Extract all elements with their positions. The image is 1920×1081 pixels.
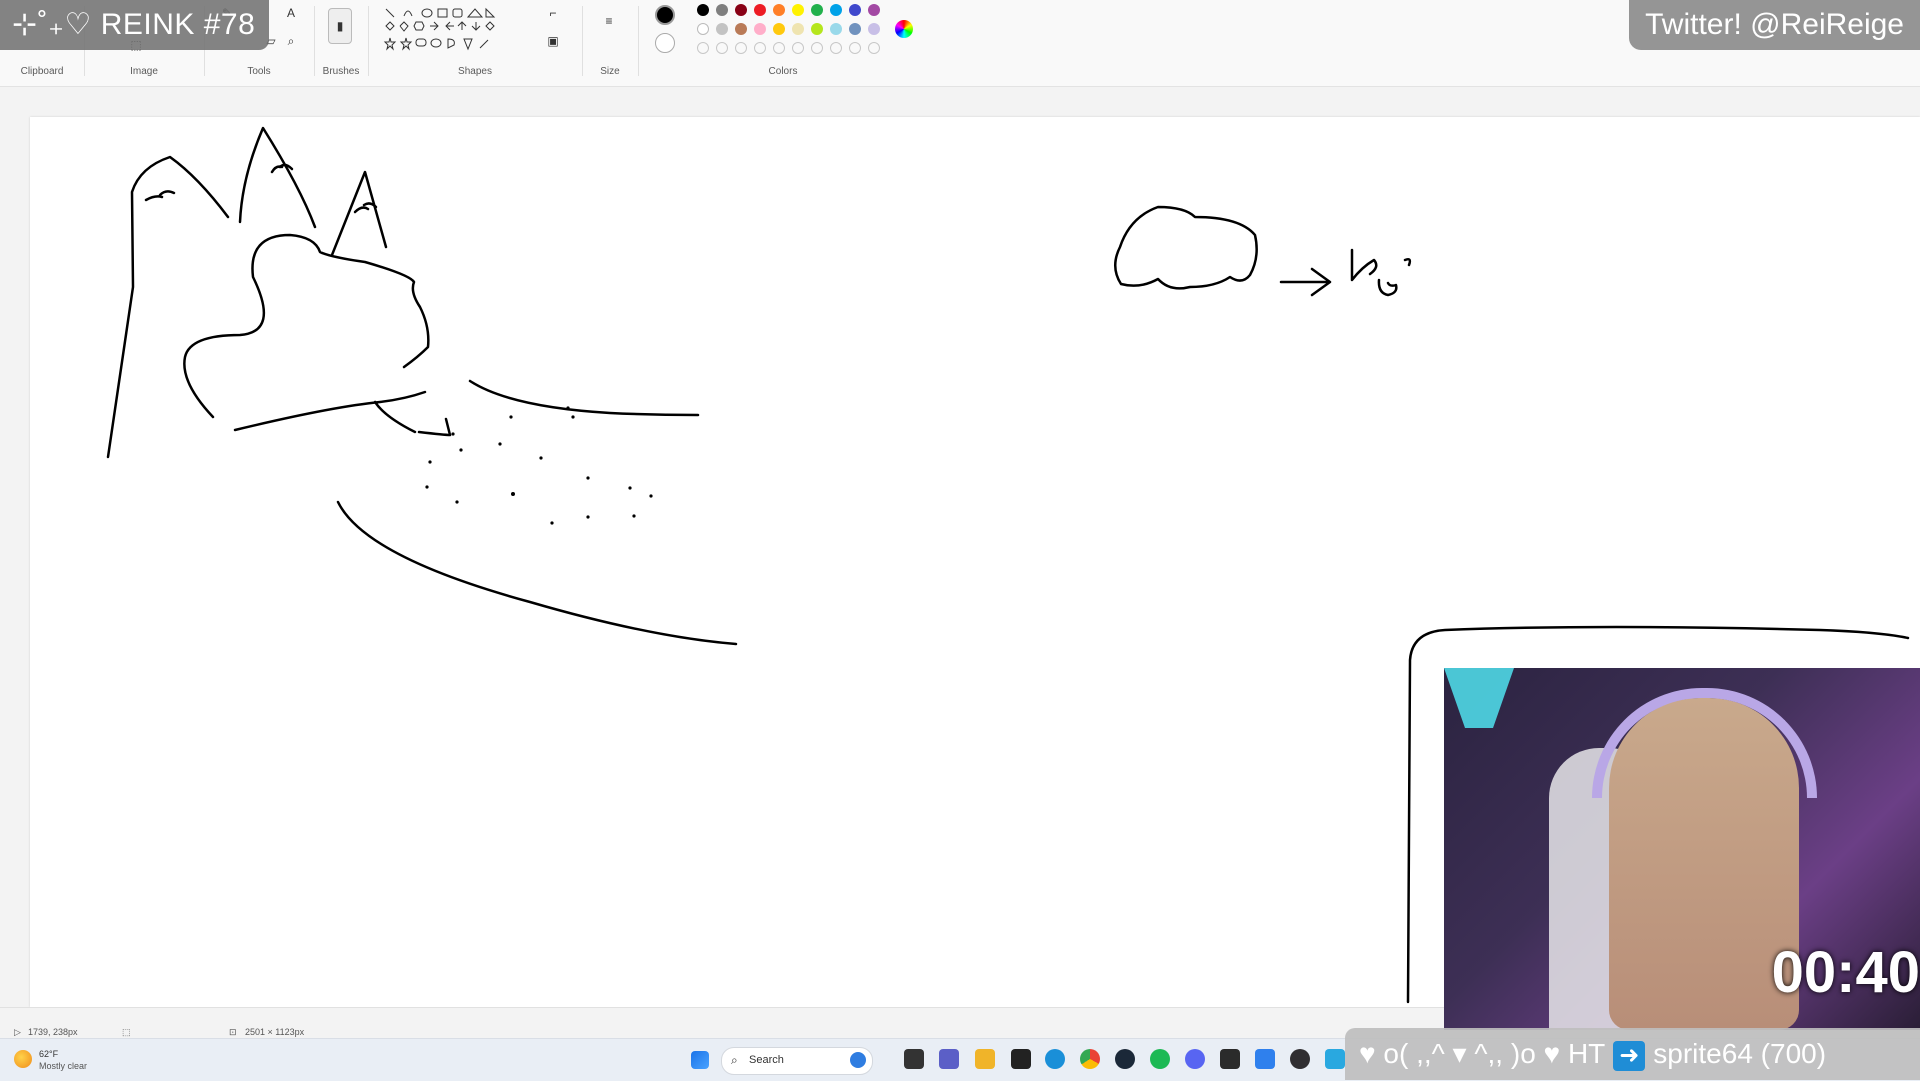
shapes-group-label: Shapes — [458, 66, 492, 77]
cursor-position: 1739, 238px — [28, 1027, 78, 1037]
taskbar-search[interactable]: ⌕ Search — [721, 1047, 873, 1075]
line-size-icon[interactable]: ≡ — [602, 14, 616, 28]
paint-icon[interactable] — [1325, 1049, 1345, 1069]
color-swatch[interactable] — [697, 23, 709, 35]
shapes-gallery-icon[interactable] — [380, 4, 542, 56]
webcam-feed: 00:40 — [1444, 668, 1920, 1030]
weather-condition: Mostly clear — [39, 1061, 88, 1071]
edit-colors-icon[interactable] — [895, 20, 913, 38]
color-swatch[interactable] — [773, 4, 785, 16]
discord-icon[interactable] — [1185, 1049, 1205, 1069]
image-group-label: Image — [130, 66, 158, 77]
clipboard-group-label: Clipboard — [20, 66, 64, 77]
custom-color-slot[interactable] — [773, 42, 785, 54]
brushes-group-label: Brushes — [322, 66, 360, 77]
color-swatch[interactable] — [792, 4, 804, 16]
fill-icon[interactable]: ▣ — [546, 34, 560, 48]
notepad-icon[interactable] — [1255, 1049, 1275, 1069]
color-swatch[interactable] — [735, 23, 747, 35]
steam-icon[interactable] — [1115, 1049, 1135, 1069]
canvas-size-icon: ⊡ — [229, 1027, 237, 1037]
custom-color-slot[interactable] — [811, 42, 823, 54]
color-swatch[interactable] — [773, 23, 785, 35]
headphones — [1592, 688, 1817, 798]
edge-icon[interactable] — [1045, 1049, 1065, 1069]
color-swatch[interactable] — [716, 23, 728, 35]
color-swatch[interactable] — [735, 4, 747, 16]
color-swatch[interactable] — [868, 4, 880, 16]
app-icon[interactable] — [1011, 1049, 1031, 1069]
color-swatch[interactable] — [830, 4, 842, 16]
size-group: ≡ Size — [582, 0, 638, 86]
stream-title-overlay: ⊹˚₊♡ REINK #78 — [0, 0, 270, 50]
color-swatch[interactable] — [811, 23, 823, 35]
secondary-color-swatch[interactable] — [655, 33, 675, 53]
search-icon: ⌕ — [731, 1053, 738, 1067]
color-swatch[interactable] — [754, 23, 766, 35]
cursor-arrow-icon: ▷ — [14, 1027, 21, 1037]
arrow-icon: ➜ — [1613, 1040, 1646, 1071]
brushes-group: ▮ Brushes — [314, 0, 368, 86]
colors-group-label: Colors — [768, 66, 798, 77]
alert-user: sprite64 (700) — [1653, 1038, 1827, 1069]
weather-icon[interactable] — [14, 1050, 32, 1068]
custom-color-slot[interactable] — [754, 42, 766, 54]
color-swatch[interactable] — [849, 4, 861, 16]
start-button-icon[interactable] — [691, 1051, 709, 1069]
alert-overlay: ♥ o( ,,^ ▾ ^,, )o ♥ HT ➜ sprite64 (700) — [1345, 1028, 1920, 1080]
brush-icon[interactable]: ▮ — [328, 8, 352, 44]
text-tool-icon[interactable]: A — [284, 6, 298, 20]
color-swatch[interactable] — [754, 4, 766, 16]
stream-timer: 00:40 — [1771, 940, 1920, 1005]
magnifier-icon[interactable]: ⌕ — [284, 34, 298, 48]
task-view-icon[interactable] — [904, 1049, 924, 1069]
terminal-icon[interactable] — [1220, 1049, 1240, 1069]
custom-color-slot[interactable] — [849, 42, 861, 54]
color-swatch[interactable] — [811, 4, 823, 16]
custom-color-slot[interactable] — [716, 42, 728, 54]
custom-color-slot[interactable] — [697, 42, 709, 54]
search-placeholder: Search — [749, 1054, 784, 1066]
custom-color-slot[interactable] — [830, 42, 842, 54]
canvas-size: 2501 × 1123px — [245, 1027, 305, 1037]
color-swatch[interactable] — [830, 23, 842, 35]
spotify-icon[interactable] — [1150, 1049, 1170, 1069]
chrome-icon[interactable] — [1080, 1049, 1100, 1069]
shapes-group: ⌐ ▣ Shapes — [368, 0, 582, 86]
weather-temp: 62°F — [39, 1049, 59, 1059]
custom-color-slot[interactable] — [868, 42, 880, 54]
file-explorer-icon[interactable] — [975, 1049, 995, 1069]
color-swatch[interactable] — [792, 23, 804, 35]
outline-icon[interactable]: ⌐ — [546, 6, 560, 20]
custom-color-slot[interactable] — [735, 42, 747, 54]
color-swatch[interactable] — [697, 4, 709, 16]
tools-group-label: Tools — [247, 66, 271, 77]
obs-icon[interactable] — [1290, 1049, 1310, 1069]
primary-color-swatch[interactable] — [655, 5, 675, 25]
colors-group: Colors — [638, 0, 928, 86]
teams-chat-icon[interactable] — [939, 1049, 959, 1069]
alert-prefix: ♥ o( ,,^ ▾ ^,, )o ♥ HT — [1359, 1038, 1606, 1069]
size-group-label: Size — [600, 66, 620, 77]
light-panel-icon — [1444, 668, 1514, 728]
custom-color-slot[interactable] — [792, 42, 804, 54]
color-swatch[interactable] — [868, 23, 880, 35]
twitter-overlay: Twitter! @ReiReige — [1629, 0, 1920, 50]
selection-size-icon: ⬚ — [122, 1027, 131, 1037]
bing-icon — [850, 1052, 866, 1068]
color-swatch[interactable] — [849, 23, 861, 35]
color-swatch[interactable] — [716, 4, 728, 16]
